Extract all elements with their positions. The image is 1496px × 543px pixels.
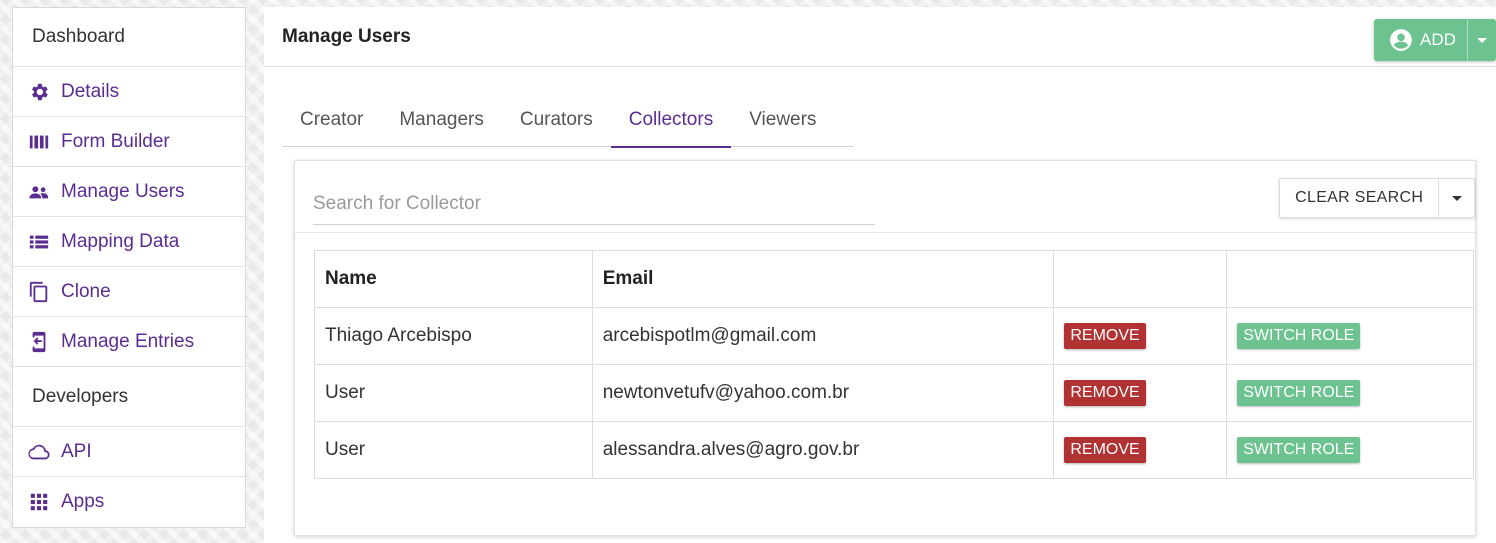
sidebar-item-label: Manage Entries (61, 330, 195, 352)
sidebar-item-clone[interactable]: Clone (13, 267, 245, 317)
sidebar-item-mapping-data[interactable]: Mapping Data (13, 217, 245, 267)
search-input[interactable] (313, 183, 875, 225)
sidebar-item-label: API (61, 440, 92, 462)
user-email: newtonvetufv@yahoo.com.br (591, 364, 1055, 422)
user-email: arcebispotlm@gmail.com (591, 307, 1055, 365)
role-tabs: Creator Managers Curators Collectors Vie… (282, 96, 854, 148)
clone-icon (27, 280, 51, 304)
sidebar-item-details[interactable]: Details (13, 67, 245, 117)
user-name: User (314, 364, 593, 422)
column-header-switch (1226, 250, 1474, 308)
tab-creator[interactable]: Creator (282, 96, 381, 144)
chevron-down-icon (1451, 195, 1462, 201)
user-email: alessandra.alves@agro.gov.br (591, 421, 1055, 479)
remove-button[interactable]: REMOVE (1064, 323, 1146, 349)
clear-search-dropdown-toggle[interactable] (1438, 179, 1474, 217)
account-circle-icon (1390, 29, 1412, 51)
sidebar-item-apps[interactable]: Apps (13, 477, 245, 527)
user-name: Thiago Arcebispo (314, 307, 593, 365)
sidebar-item-label: Manage Users (61, 180, 185, 202)
switch-role-button[interactable]: SWITCH ROLE (1237, 380, 1361, 406)
sidebar-item-label: Apps (61, 491, 105, 512)
form-builder-icon (27, 130, 51, 154)
tab-managers[interactable]: Managers (381, 96, 502, 144)
user-name: User (314, 421, 593, 479)
switch-role-cell: SWITCH ROLE (1226, 307, 1474, 365)
users-icon (27, 180, 51, 204)
sidebar-item-form-builder[interactable]: Form Builder (13, 117, 245, 167)
column-header-email: Email (591, 250, 1055, 308)
column-header-name: Name (314, 250, 593, 308)
entries-icon (27, 330, 51, 354)
switch-role-button[interactable]: SWITCH ROLE (1237, 437, 1361, 463)
sidebar-item-label: Clone (61, 280, 111, 302)
list-icon (27, 230, 51, 254)
remove-button[interactable]: REMOVE (1064, 437, 1146, 463)
sidebar-item-api[interactable]: API (13, 427, 245, 477)
search-row: CLEAR SEARCH (295, 161, 1475, 233)
gear-icon (27, 80, 51, 104)
cloud-icon (27, 440, 51, 464)
table-header-row: Name Email (314, 250, 1474, 308)
tab-collectors[interactable]: Collectors (610, 96, 732, 148)
sidebar: Dashboard Details Form Builder Manage Us… (12, 7, 246, 528)
add-dropdown-toggle[interactable] (1467, 19, 1496, 61)
tab-curators[interactable]: Curators (502, 96, 611, 144)
clear-search-button[interactable]: CLEAR SEARCH (1280, 179, 1438, 217)
switch-role-cell: SWITCH ROLE (1226, 364, 1474, 422)
switch-role-cell: SWITCH ROLE (1226, 421, 1474, 479)
remove-cell: REMOVE (1053, 364, 1228, 422)
sidebar-item-label: Form Builder (61, 130, 170, 152)
column-header-remove (1053, 250, 1228, 308)
sidebar-header-dashboard[interactable]: Dashboard (13, 8, 245, 67)
add-button[interactable]: ADD (1374, 19, 1467, 61)
remove-button[interactable]: REMOVE (1064, 380, 1146, 406)
apps-grid-icon (27, 490, 51, 514)
sidebar-header-developers: Developers (13, 367, 245, 427)
sidebar-item-manage-entries[interactable]: Manage Entries (13, 317, 245, 367)
switch-role-button[interactable]: SWITCH ROLE (1237, 323, 1361, 349)
chevron-down-icon (1477, 37, 1487, 43)
main-panel: Manage Users ADD Creator Managers Curato… (264, 7, 1496, 543)
remove-cell: REMOVE (1053, 421, 1228, 479)
users-table: Name Email Thiago Arcebispo arcebispotlm… (314, 250, 1474, 479)
table-row: User alessandra.alves@agro.gov.br REMOVE… (314, 421, 1474, 479)
sidebar-item-label: Details (61, 80, 120, 102)
sidebar-item-manage-users[interactable]: Manage Users (13, 167, 245, 217)
page-title: Manage Users (264, 7, 1496, 67)
tab-viewers[interactable]: Viewers (731, 96, 834, 144)
table-row: User newtonvetufv@yahoo.com.br REMOVE SW… (314, 364, 1474, 422)
remove-cell: REMOVE (1053, 307, 1228, 365)
clear-search-button-group: CLEAR SEARCH (1279, 178, 1475, 218)
collectors-card: CLEAR SEARCH Name Email Thiago Arcebispo… (294, 160, 1476, 536)
add-button-label: ADD (1420, 30, 1456, 49)
add-button-group: ADD (1374, 19, 1496, 61)
table-row: Thiago Arcebispo arcebispotlm@gmail.com … (314, 307, 1474, 365)
sidebar-item-label: Mapping Data (61, 230, 180, 252)
